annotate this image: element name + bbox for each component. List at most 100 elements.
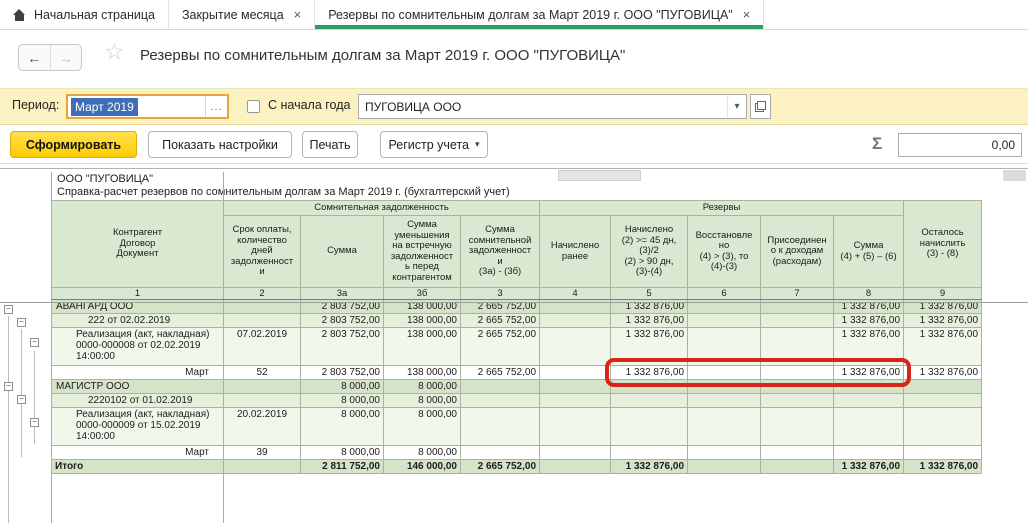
print-button[interactable]: Печать	[302, 131, 358, 158]
show-settings-button[interactable]: Показать настройки	[148, 131, 292, 158]
tree-collapse-button[interactable]: −	[4, 382, 13, 391]
report-cell[interactable]	[761, 314, 834, 328]
report-cell[interactable]	[761, 408, 834, 446]
tree-collapse-button[interactable]: −	[17, 318, 26, 327]
report-cell[interactable]	[904, 394, 982, 408]
report-cell[interactable]	[461, 394, 540, 408]
report-cell[interactable]: 1 332 876,00	[904, 366, 982, 380]
report-cell[interactable]: Март	[52, 446, 224, 460]
report-cell[interactable]: 8 000,00	[301, 446, 384, 460]
favorite-star-icon[interactable]: ☆	[104, 38, 125, 65]
tree-collapse-button[interactable]: −	[17, 395, 26, 404]
forward-button[interactable]: →	[51, 45, 82, 70]
report-cell[interactable]: 1 332 876,00	[611, 366, 688, 380]
tab-report-reserves[interactable]: Резервы по сомнительным долгам за Март 2…	[315, 0, 764, 29]
report-cell[interactable]	[540, 460, 611, 474]
report-cell[interactable]	[540, 408, 611, 446]
report-cell[interactable]	[688, 446, 761, 460]
report-cell[interactable]	[904, 380, 982, 394]
report-cell[interactable]	[461, 380, 540, 394]
tree-collapse-button[interactable]: −	[30, 418, 39, 427]
report-cell[interactable]	[540, 380, 611, 394]
report-cell[interactable]: 8 000,00	[384, 446, 461, 460]
report-cell[interactable]: 222 от 02.02.2019	[52, 314, 224, 328]
report-cell[interactable]	[761, 380, 834, 394]
report-cell[interactable]: Реализация (акт, накладная) 0000-000008 …	[52, 328, 224, 366]
report-cell[interactable]: 8 000,00	[301, 408, 384, 446]
report-cell[interactable]	[834, 380, 904, 394]
report-cell[interactable]	[761, 460, 834, 474]
close-icon[interactable]: ×	[294, 8, 302, 21]
report-cell[interactable]: 52	[224, 366, 301, 380]
report-cell[interactable]: 1 332 876,00	[904, 328, 982, 366]
report-cell[interactable]	[761, 446, 834, 460]
report-cell[interactable]	[834, 446, 904, 460]
report-cell[interactable]: 2 665 752,00	[461, 460, 540, 474]
report-cell[interactable]: 2 803 752,00	[301, 328, 384, 366]
close-icon[interactable]: ×	[743, 8, 751, 21]
report-cell[interactable]	[461, 408, 540, 446]
report-cell[interactable]: 8 000,00	[384, 408, 461, 446]
report-cell[interactable]: 138 000,00	[384, 366, 461, 380]
report-cell[interactable]	[461, 446, 540, 460]
report-cell[interactable]	[761, 328, 834, 366]
report-cell[interactable]	[224, 460, 301, 474]
report-cell[interactable]: 1 332 876,00	[611, 328, 688, 366]
report-cell[interactable]	[834, 408, 904, 446]
from-year-checkbox[interactable]	[247, 100, 260, 113]
report-cell[interactable]: 20.02.2019	[224, 408, 301, 446]
organization-combo[interactable]: ПУГОВИЦА ООО ▾	[358, 94, 747, 119]
organization-open-button[interactable]	[750, 94, 771, 119]
report-cell[interactable]: 1 332 876,00	[834, 460, 904, 474]
report-cell[interactable]	[904, 446, 982, 460]
report-cell[interactable]	[761, 366, 834, 380]
period-input[interactable]: Март 2019 ...	[66, 94, 229, 119]
report-cell[interactable]	[540, 446, 611, 460]
report-cell[interactable]: 1 332 876,00	[834, 328, 904, 366]
report-cell[interactable]: 1 332 876,00	[611, 314, 688, 328]
report-cell[interactable]	[904, 408, 982, 446]
report-cell[interactable]: 8 000,00	[384, 394, 461, 408]
back-button[interactable]: ←	[19, 45, 51, 70]
chevron-down-icon[interactable]: ▾	[727, 95, 746, 118]
report-cell[interactable]: 1 332 876,00	[611, 460, 688, 474]
report-cell[interactable]: 2 665 752,00	[461, 328, 540, 366]
report-cell[interactable]	[688, 328, 761, 366]
report-cell[interactable]	[611, 446, 688, 460]
report-cell[interactable]	[540, 394, 611, 408]
report-cell[interactable]: 1 332 876,00	[834, 366, 904, 380]
generate-button[interactable]: Сформировать	[10, 131, 137, 158]
report-cell[interactable]: 8 000,00	[301, 394, 384, 408]
report-cell[interactable]	[834, 394, 904, 408]
report-cell[interactable]	[540, 328, 611, 366]
report-cell[interactable]: 138 000,00	[384, 328, 461, 366]
report-cell[interactable]	[540, 314, 611, 328]
report-cell[interactable]: 2 803 752,00	[301, 366, 384, 380]
report-cell[interactable]	[688, 380, 761, 394]
autosum-field[interactable]: 0,00	[898, 133, 1022, 157]
report-cell[interactable]: 8 000,00	[384, 380, 461, 394]
report-cell[interactable]: 2 811 752,00	[301, 460, 384, 474]
report-cell[interactable]	[611, 408, 688, 446]
report-cell[interactable]	[688, 394, 761, 408]
report-cell[interactable]	[224, 380, 301, 394]
report-cell[interactable]	[611, 380, 688, 394]
tab-month-closing[interactable]: Закрытие месяца ×	[169, 0, 315, 29]
report-cell[interactable]	[611, 394, 688, 408]
report-cell[interactable]: 8 000,00	[301, 380, 384, 394]
report-cell[interactable]: 1 332 876,00	[904, 314, 982, 328]
report-cell[interactable]: 1 332 876,00	[834, 314, 904, 328]
report-cell[interactable]: Март	[52, 366, 224, 380]
tree-collapse-button[interactable]: −	[4, 305, 13, 314]
from-year-label[interactable]: С начала года	[268, 98, 350, 112]
report-cell[interactable]	[688, 408, 761, 446]
tree-collapse-button[interactable]: −	[30, 338, 39, 347]
report-cell[interactable]: Реализация (акт, накладная) 0000-000009 …	[52, 408, 224, 446]
tab-home[interactable]: Начальная страница	[0, 0, 169, 29]
report-cell[interactable]	[224, 314, 301, 328]
report-cell[interactable]: Итого	[52, 460, 224, 474]
period-picker-button[interactable]: ...	[205, 96, 227, 117]
report-cell[interactable]: 07.02.2019	[224, 328, 301, 366]
report-cell[interactable]	[540, 366, 611, 380]
report-cell[interactable]: 1 332 876,00	[904, 460, 982, 474]
